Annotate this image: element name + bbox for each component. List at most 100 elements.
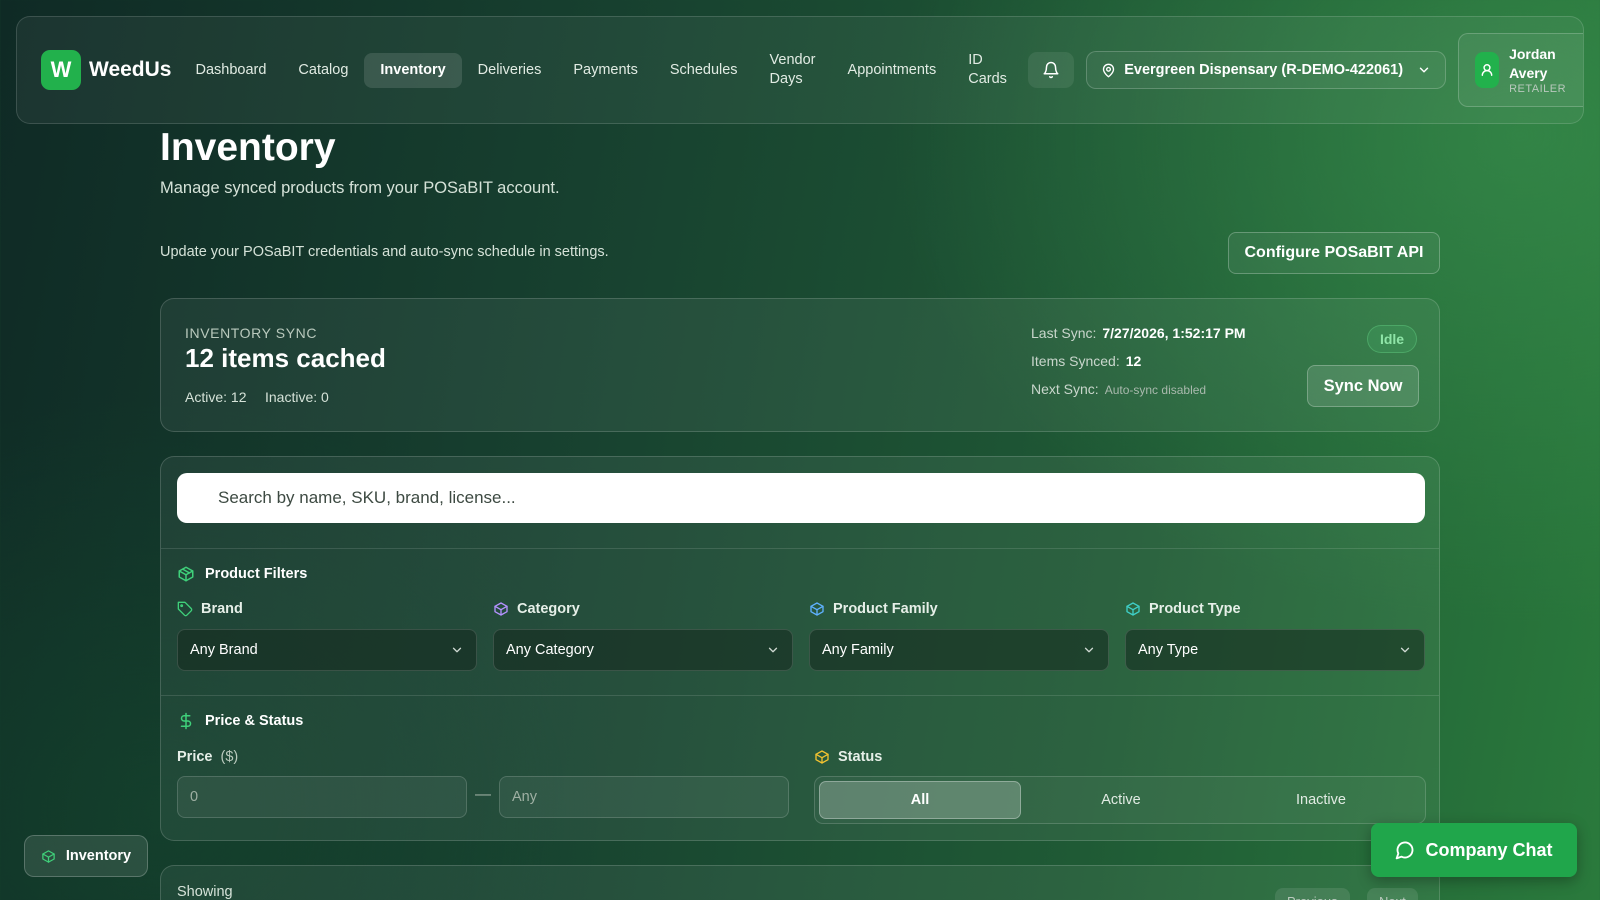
chevron-down-icon [452, 647, 462, 653]
inventory-floating-badge[interactable]: Inventory [24, 835, 148, 877]
next-sync-row: Next Sync: Auto-sync disabled [1031, 381, 1206, 397]
price-status-title: Price & Status [177, 712, 303, 730]
price-max-input[interactable]: Any [499, 776, 789, 818]
showing-text: Showing [177, 884, 233, 900]
next-sync-label: Next Sync: [1031, 381, 1099, 397]
search-input[interactable]: Search by name, SKU, brand, license... [177, 473, 1425, 523]
next-button[interactable]: Next [1367, 888, 1418, 900]
category-label: Category [493, 601, 580, 617]
items-synced-label: Items Synced: [1031, 353, 1120, 369]
product-filters-label: Product Filters [205, 566, 308, 582]
previous-button[interactable]: Previous [1275, 888, 1350, 900]
chat-icon [1396, 841, 1414, 860]
page-subtitle: Manage synced products from your POSaBIT… [160, 179, 560, 197]
category-select[interactable]: Any Category [493, 629, 793, 671]
status-badge: Idle [1367, 325, 1417, 353]
chevron-down-icon [768, 647, 778, 653]
brand-label-text: Brand [201, 601, 243, 617]
status-segmented-control: All Active Inactive [814, 776, 1426, 824]
sync-now-button[interactable]: Sync Now [1307, 365, 1419, 407]
nav-catalog[interactable]: Catalog [282, 53, 364, 88]
nav-deliveries[interactable]: Deliveries [462, 53, 558, 88]
location-name: Evergreen Dispensary (R-DEMO-422061) [1124, 62, 1404, 78]
chevron-down-icon [1400, 647, 1410, 653]
last-sync-row: Last Sync: 7/27/2026, 1:52:17 PM [1031, 325, 1246, 341]
price-label: Price ($) [177, 749, 238, 765]
active-count: Active: 12 [185, 389, 247, 405]
category-label-text: Category [517, 601, 580, 617]
price-unit: ($) [220, 749, 239, 765]
last-sync-label: Last Sync: [1031, 325, 1097, 341]
nav-payments[interactable]: Payments [557, 53, 653, 88]
status-inactive[interactable]: Inactive [1221, 781, 1421, 819]
tag-icon [177, 601, 193, 617]
price-status-label: Price & Status [205, 713, 304, 729]
category-select-value: Any Category [506, 642, 594, 658]
nav-inventory[interactable]: Inventory [364, 52, 462, 88]
company-chat-button[interactable]: Company Chat [1371, 823, 1577, 877]
type-select-value: Any Type [1138, 642, 1199, 658]
package-icon [42, 849, 55, 863]
dollar-icon [180, 712, 192, 730]
price-range-dash: — [475, 786, 491, 803]
status-all[interactable]: All [819, 781, 1021, 819]
inactive-count: Inactive: 0 [265, 389, 329, 405]
next-sync-value: Auto-sync disabled [1104, 383, 1207, 397]
cube-icon [810, 602, 824, 616]
results-card: Showing Previous Next [160, 865, 1440, 900]
user-menu[interactable]: Jordan Avery RETAILER [1458, 33, 1583, 107]
family-label: Product Family [809, 601, 938, 617]
nav-id-cards[interactable]: ID Cards [952, 43, 1024, 97]
cube-icon [494, 602, 508, 616]
type-label-text: Product Type [1149, 601, 1241, 617]
top-nav: W WeedUs Dashboard Catalog Inventory Del… [16, 16, 1584, 124]
family-select[interactable]: Any Family [809, 629, 1109, 671]
divider [161, 695, 1439, 696]
inventory-badge-label: Inventory [65, 848, 132, 864]
user-name: Jordan Avery [1509, 46, 1556, 81]
user-role: RETAILER [1509, 83, 1567, 95]
family-select-value: Any Family [822, 642, 894, 658]
price-label-text: Price [177, 749, 213, 765]
type-label: Product Type [1125, 601, 1241, 617]
logo-icon[interactable]: W [41, 50, 81, 90]
cube-icon [1126, 602, 1140, 616]
items-synced-row: Items Synced: 12 [1031, 353, 1141, 369]
brand-label: Brand [177, 601, 243, 617]
last-sync-value: 7/27/2026, 1:52:17 PM [1102, 325, 1246, 341]
nav-vendor-days[interactable]: Vendor Days [754, 43, 832, 97]
credentials-text: Update your POSaBIT credentials and auto… [160, 244, 609, 260]
product-filters-title: Product Filters [177, 565, 307, 583]
family-label-text: Product Family [833, 601, 938, 617]
filters-card: Search by name, SKU, brand, license... P… [160, 456, 1440, 841]
user-icon [1481, 64, 1493, 76]
status-active[interactable]: Active [1021, 781, 1221, 819]
price-min-input[interactable]: 0 [177, 776, 467, 818]
package-icon [178, 566, 194, 582]
bell-icon [1043, 61, 1059, 79]
chevron-down-icon [1419, 67, 1429, 73]
divider [161, 548, 1439, 549]
brand-select-value: Any Brand [190, 642, 258, 658]
items-synced-value: 12 [1125, 353, 1142, 369]
status-label: Status [814, 749, 882, 765]
status-label-text: Status [838, 749, 883, 765]
cube-icon [815, 750, 829, 764]
avatar [1475, 52, 1500, 88]
nav-dashboard[interactable]: Dashboard [179, 53, 282, 88]
brand-select[interactable]: Any Brand [177, 629, 477, 671]
company-chat-label: Company Chat [1425, 839, 1553, 860]
page-title: Inventory [160, 126, 336, 169]
cached-count: 12 items cached [185, 343, 386, 373]
sync-label: INVENTORY SYNC [185, 325, 318, 341]
map-pin-icon [1103, 63, 1115, 77]
inventory-sync-card: INVENTORY SYNC 12 items cached Active: 1… [160, 298, 1440, 432]
chevron-down-icon [1084, 647, 1094, 653]
notifications-button[interactable] [1028, 52, 1075, 88]
location-selector[interactable]: Evergreen Dispensary (R-DEMO-422061) [1086, 51, 1447, 89]
nav-schedules[interactable]: Schedules [654, 53, 754, 88]
nav-appointments[interactable]: Appointments [832, 53, 953, 88]
brand-name[interactable]: WeedUs [89, 58, 171, 82]
configure-posabit-button[interactable]: Configure POSaBIT API [1228, 232, 1440, 274]
type-select[interactable]: Any Type [1125, 629, 1425, 671]
